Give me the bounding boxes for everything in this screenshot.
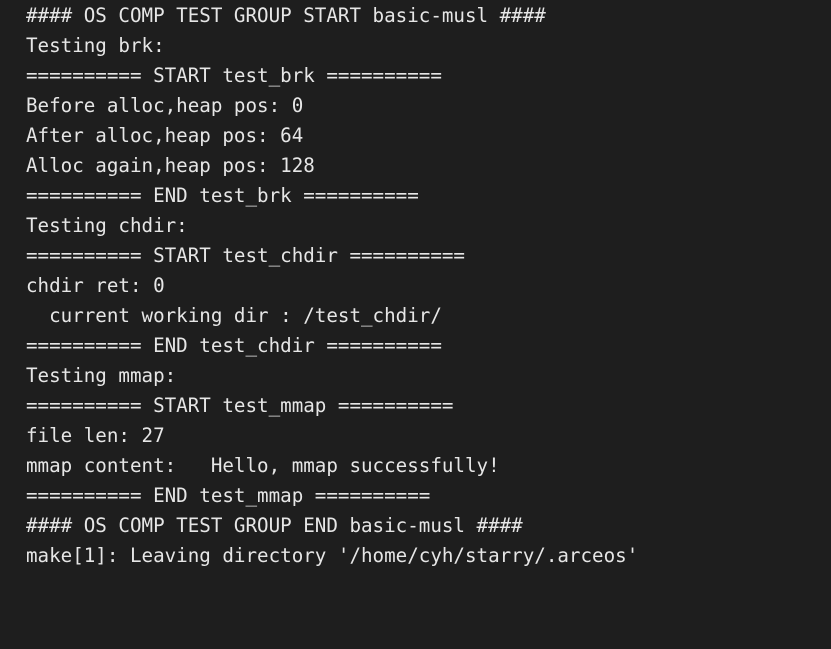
- terminal-line: #### OS COMP TEST GROUP START basic-musl…: [26, 4, 546, 27]
- terminal-line: ========== END test_chdir ==========: [26, 334, 442, 357]
- terminal-line: ========== START test_mmap ==========: [26, 394, 454, 417]
- terminal-line: ========== END test_brk ==========: [26, 184, 419, 207]
- terminal-line: Before alloc,heap pos: 0: [26, 94, 304, 117]
- terminal-line: #### OS COMP TEST GROUP END basic-musl #…: [26, 514, 523, 537]
- terminal-line: Alloc again,heap pos: 128: [26, 154, 315, 177]
- terminal-line: mmap content: Hello, mmap successfully!: [26, 454, 500, 477]
- terminal-line: ========== END test_mmap ==========: [26, 484, 431, 507]
- terminal-line: Testing chdir:: [26, 214, 188, 237]
- terminal-line: chdir ret: 0: [26, 274, 165, 297]
- terminal-line: ========== START test_chdir ==========: [26, 244, 465, 267]
- terminal-line: current working dir : /test_chdir/: [26, 304, 442, 327]
- terminal-output: #### OS COMP TEST GROUP START basic-musl…: [0, 0, 831, 649]
- terminal-line: After alloc,heap pos: 64: [26, 124, 304, 147]
- terminal-line: file len: 27: [26, 424, 165, 447]
- terminal-line: Testing mmap:: [26, 364, 177, 387]
- terminal-line: make[1]: Leaving directory '/home/cyh/st…: [26, 544, 639, 567]
- terminal-line: ========== START test_brk ==========: [26, 64, 442, 87]
- terminal-line: Testing brk:: [26, 34, 165, 57]
